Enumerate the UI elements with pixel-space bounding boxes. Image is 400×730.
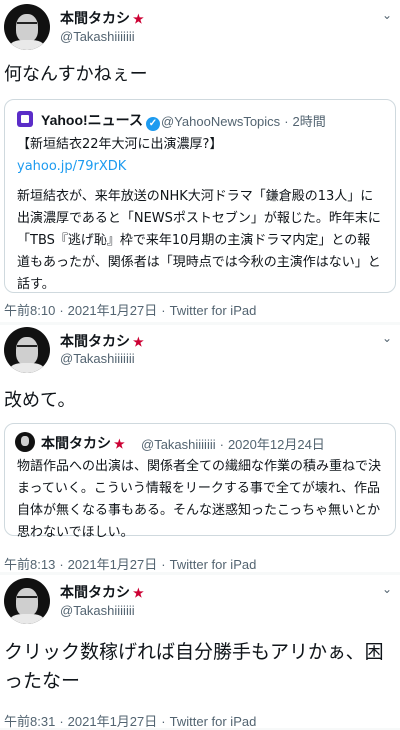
quoted-link[interactable]: yahoo.jp/79rXDK bbox=[17, 156, 383, 178]
tweet-client: Twitter for iPad bbox=[169, 557, 257, 572]
tweet-date[interactable]: 2021年1月27日 bbox=[68, 714, 158, 729]
verified-icon: ✓ bbox=[145, 117, 160, 131]
tweet-thread: 本間タカシ ★ @Takashiiiiiii ⌄ 何なんすかねぇー Yahoo!ニ… bbox=[0, 0, 400, 729]
yahoo-news-logo-icon bbox=[17, 111, 33, 127]
quoted-tweet-card[interactable]: Yahoo!ニュース ✓ @YahooNewsTopics · 2時間 【新垣結衣22… bbox=[4, 99, 396, 293]
tweet-meta: 午前8:10 · 2021年1月27日 · Twitter for iPad bbox=[4, 303, 257, 318]
more-options-icon[interactable]: ⌄ bbox=[382, 331, 392, 345]
display-name[interactable]: 本間タカシ ★ bbox=[60, 331, 144, 351]
tweet[interactable]: 本間タカシ ★ @Takashiiiiiii ⌄ 何なんすかねぇー Yahoo!ニ… bbox=[0, 0, 400, 322]
badge-icon: ★ bbox=[114, 437, 125, 451]
tweet-time[interactable]: 午前8:13 bbox=[4, 557, 55, 572]
tweet-time[interactable]: 午前8:31 bbox=[4, 714, 55, 729]
avatar[interactable] bbox=[4, 4, 50, 50]
username[interactable]: @Takashiiiiiii bbox=[60, 29, 135, 44]
quoted-tweet-card[interactable]: 本間タカシ ★ @Takashiiiiiii · 2020年12月24日 物語作品への… bbox=[4, 423, 396, 540]
more-options-icon[interactable]: ⌄ bbox=[382, 8, 392, 22]
username[interactable]: @Takashiiiiiii bbox=[60, 351, 135, 366]
tweet[interactable]: 本間タカシ ★ @Takashiiiiiii ⌄ 改めて。 本間タカシ ★ @Tak… bbox=[0, 325, 400, 572]
avatar[interactable] bbox=[4, 327, 50, 373]
tweet-client: Twitter for iPad bbox=[169, 714, 257, 729]
tweet-client: Twitter for iPad bbox=[169, 303, 257, 318]
badge-icon: ★ bbox=[133, 335, 144, 349]
quoted-time[interactable]: 2時間 bbox=[293, 114, 326, 129]
tweet[interactable]: 本間タカシ ★ @Takashiiiiiii ⌄ クリック数稼げれば自分勝手もアリ… bbox=[0, 575, 400, 729]
quoted-headline: 【新垣結衣22年大河に出演濃厚?】 bbox=[17, 137, 223, 152]
tweet-date[interactable]: 2021年1月27日 bbox=[68, 303, 158, 318]
tweet-text: クリック数稼げれば自分勝手もアリかぁ、困ったなー bbox=[4, 641, 384, 692]
quoted-time[interactable]: 2020年12月24日 bbox=[228, 437, 325, 452]
quoted-account-name[interactable]: 本間タカシ ★ bbox=[41, 433, 125, 453]
tweet-date[interactable]: 2021年1月27日 bbox=[68, 557, 158, 572]
quoted-account-handle: @Takashiiiiiii · 2020年12月24日 bbox=[141, 437, 325, 452]
tweet-meta: 午前8:31 · 2021年1月27日 · Twitter for iPad bbox=[4, 714, 257, 729]
tweet-time[interactable]: 午前8:10 bbox=[4, 303, 55, 318]
tweet-text: 改めて。 bbox=[4, 390, 76, 411]
badge-icon: ★ bbox=[133, 12, 144, 26]
display-name[interactable]: 本間タカシ ★ bbox=[60, 8, 144, 28]
quoted-account-handle: @YahooNewsTopics · 2時間 bbox=[161, 114, 326, 129]
tweet-meta: 午前8:13 · 2021年1月27日 · Twitter for iPad bbox=[4, 557, 257, 572]
tweet-text: 何なんすかねぇー bbox=[4, 64, 148, 85]
more-options-icon[interactable]: ⌄ bbox=[382, 582, 392, 596]
badge-icon: ★ bbox=[133, 586, 144, 600]
avatar[interactable] bbox=[4, 578, 50, 624]
quoted-body: 新垣結衣が、来年放送のNHK大河ドラマ「鎌倉殿の13人」に出演濃厚であると「NE… bbox=[17, 189, 381, 292]
quoted-avatar bbox=[15, 432, 35, 452]
quoted-body: 物語作品への出演は、関係者全ての繊細な作業の積み重ねで決まっていく。こういう情報… bbox=[17, 459, 382, 540]
username[interactable]: @Takashiiiiiii bbox=[60, 603, 135, 618]
quoted-account-name[interactable]: Yahoo!ニュース ✓ bbox=[41, 110, 160, 131]
display-name[interactable]: 本間タカシ ★ bbox=[60, 582, 144, 602]
